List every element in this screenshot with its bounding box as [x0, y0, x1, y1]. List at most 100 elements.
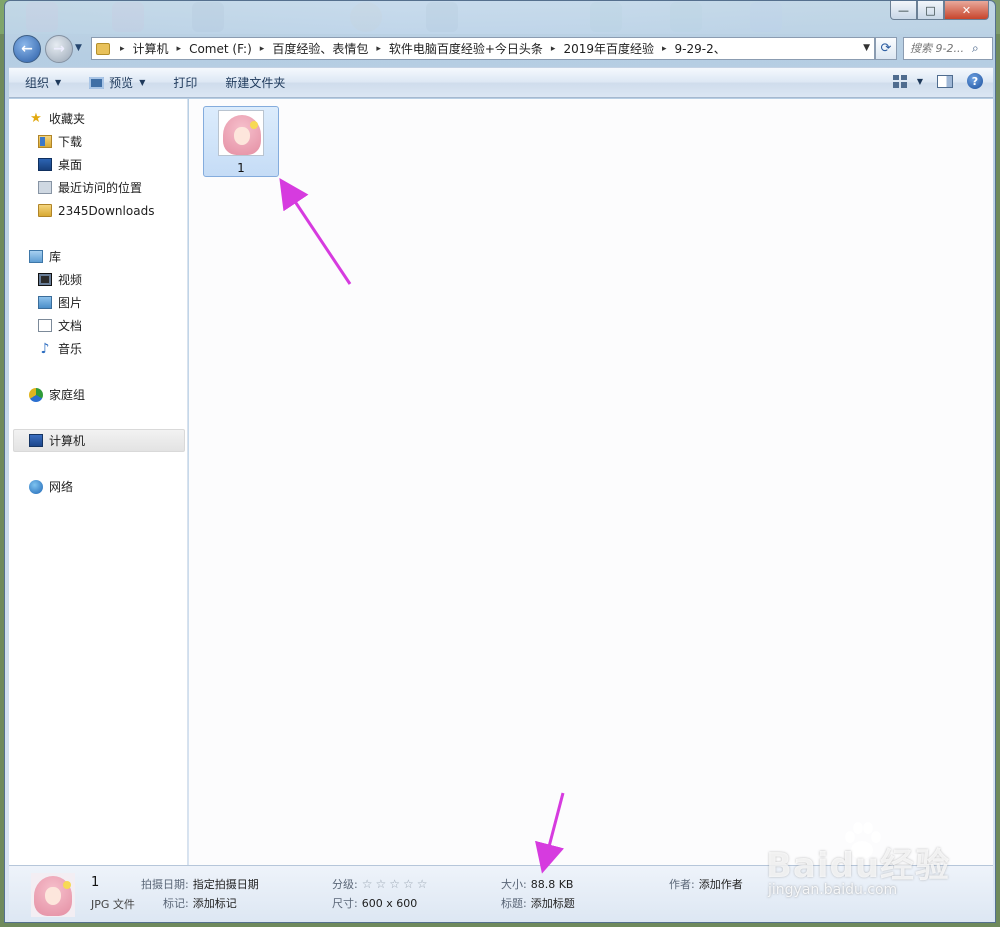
breadcrumb-separator-icon[interactable]: ▸ [177, 44, 182, 54]
address-bar[interactable]: ▸ 计算机 ▸ Comet (F:) ▸ 百度经验、表情包 ▸ 软件电脑百度经验… [91, 37, 875, 60]
nav-downloads[interactable]: 下载 [9, 130, 187, 153]
network-group: 网络 [9, 475, 187, 498]
property-label: 作者: [669, 878, 695, 891]
file-list-area[interactable]: 1 [189, 99, 993, 865]
breadcrumb-folder-2[interactable]: 软件电脑百度经验+今日头条 [389, 40, 543, 57]
property-label: 分级: [332, 878, 358, 891]
print-button[interactable]: 打印 [173, 74, 197, 91]
nav-videos[interactable]: 视频 [9, 268, 187, 291]
folder-icon [96, 42, 110, 55]
nav-label: 网络 [49, 480, 74, 494]
nav-favorites[interactable]: ★ 收藏夹 [9, 107, 187, 130]
nav-network[interactable]: 网络 [9, 475, 187, 498]
dimensions-value: 600 x 600 [361, 897, 418, 910]
tags-field: 标记: 添加标记 [163, 895, 237, 911]
breadcrumb-computer[interactable]: 计算机 [133, 40, 169, 57]
homegroup-group: 家庭组 [9, 383, 187, 406]
details-file-name: 1 [91, 875, 100, 890]
nav-pictures[interactable]: 图片 [9, 291, 187, 314]
breadcrumb-separator-icon[interactable]: ▸ [260, 44, 265, 54]
file-item[interactable]: 1 [203, 106, 279, 177]
address-row: ← → ▼ ▸ 计算机 ▸ Comet (F:) ▸ 百度经验、表情包 ▸ 软件… [9, 31, 993, 65]
help-icon[interactable]: ? [967, 73, 983, 89]
preview-label: 预览 [109, 76, 134, 90]
nav-computer[interactable]: 计算机 [13, 429, 185, 452]
nav-label: 文档 [58, 319, 83, 333]
close-button[interactable]: ✕ [944, 1, 989, 20]
search-input[interactable] [910, 42, 972, 55]
preview-pane-icon[interactable] [937, 74, 953, 88]
breadcrumb-separator-icon[interactable]: ▸ [376, 44, 381, 54]
forward-button[interactable]: → [45, 35, 73, 63]
nav-label: 桌面 [58, 158, 83, 172]
arrow-left-icon: ← [21, 41, 33, 57]
recent-places-icon [38, 181, 52, 194]
command-bar: 组织 ▼ 预览 ▼ 打印 新建文件夹 ▼ ? [9, 67, 993, 98]
organize-button[interactable]: 组织 ▼ [25, 74, 61, 91]
nav-label: 家庭组 [49, 388, 86, 402]
minimize-button[interactable]: — [890, 1, 917, 20]
refresh-icon: ⟳ [880, 41, 892, 56]
address-dropdown-icon[interactable]: ▼ [863, 43, 870, 53]
breadcrumb-folder-1[interactable]: 百度经验、表情包 [272, 40, 368, 57]
nav-label: 最近访问的位置 [58, 181, 143, 195]
maximize-button[interactable]: □ [917, 1, 944, 20]
breadcrumb-separator-icon[interactable]: ▸ [551, 44, 556, 54]
file-name: 1 [237, 161, 245, 175]
property-label: 大小: [501, 878, 527, 891]
computer-icon [29, 434, 43, 447]
property-label: 标记: [163, 897, 189, 910]
date-taken-value[interactable]: 指定拍摄日期 [193, 878, 259, 891]
title-value[interactable]: 添加标题 [531, 897, 575, 910]
explorer-window: — □ ✕ ← → ▼ ▸ 计算机 ▸ Comet (F:) ▸ 百度经验、表情… [4, 0, 996, 923]
breadcrumb-folder-3[interactable]: 2019年百度经验 [563, 40, 654, 57]
breadcrumb-separator-icon[interactable]: ▸ [662, 44, 667, 54]
nav-libraries[interactable]: 库 [9, 245, 187, 268]
preview-button[interactable]: 预览 ▼ [89, 74, 145, 91]
date-taken-field: 拍摄日期: 指定拍摄日期 [141, 876, 259, 892]
tags-value[interactable]: 添加标记 [193, 897, 237, 910]
nav-label: 计算机 [49, 434, 86, 448]
star-icon: ★ [30, 111, 42, 126]
new-folder-button[interactable]: 新建文件夹 [225, 74, 285, 91]
dimensions-field: 尺寸: 600 x 600 [332, 895, 417, 911]
details-thumbnail [31, 873, 75, 917]
nav-label: 视频 [58, 273, 83, 287]
nav-homegroup[interactable]: 家庭组 [9, 383, 187, 406]
back-button[interactable]: ← [13, 35, 41, 63]
title-field: 标题: 添加标题 [501, 895, 575, 911]
breadcrumb-current[interactable]: 9-29-2、 [675, 40, 726, 57]
author-value[interactable]: 添加作者 [699, 878, 743, 891]
folder-icon [38, 204, 52, 217]
rating-field: 分级: ☆☆☆☆☆ [332, 876, 431, 892]
property-label: 标题: [501, 897, 527, 910]
recent-pages-dropdown[interactable]: ▼ [75, 43, 82, 53]
toolbar-right: ▼ ? [892, 73, 983, 89]
view-grid-icon [892, 74, 907, 88]
minimize-icon: — [898, 3, 909, 17]
search-box: ⌕ [903, 37, 993, 60]
new-folder-label: 新建文件夹 [225, 76, 286, 90]
details-pane: 1 JPG 文件 拍摄日期: 指定拍摄日期 标记: 添加标记 分级: ☆☆☆☆☆ 尺寸… [9, 865, 993, 922]
nav-2345downloads[interactable]: 2345Downloads [9, 199, 187, 222]
organize-label: 组织 [25, 76, 50, 90]
rating-stars-icon[interactable]: ☆☆☆☆☆ [362, 877, 431, 891]
nav-label: 音乐 [58, 342, 83, 356]
chevron-down-icon: ▼ [916, 76, 923, 86]
nav-label: 2345Downloads [58, 203, 155, 218]
refresh-button[interactable]: ⟳ [875, 37, 897, 60]
breadcrumb-drive[interactable]: Comet (F:) [189, 42, 252, 56]
downloads-folder-icon [38, 135, 52, 148]
nav-recent-places[interactable]: 最近访问的位置 [9, 176, 187, 199]
library-icon [29, 250, 43, 263]
libraries-group: 库 视频 图片 文档 ♪ 音乐 [9, 245, 187, 360]
maximize-icon: □ [925, 3, 936, 17]
nav-documents[interactable]: 文档 [9, 314, 187, 337]
change-view-button[interactable]: ▼ [892, 74, 923, 88]
breadcrumb-separator-icon[interactable]: ▸ [120, 44, 125, 54]
search-icon[interactable]: ⌕ [972, 41, 979, 56]
nav-music[interactable]: ♪ 音乐 [9, 337, 187, 360]
property-label: 尺寸: [332, 897, 358, 910]
computer-group: 计算机 [9, 429, 187, 452]
nav-desktop[interactable]: 桌面 [9, 153, 187, 176]
